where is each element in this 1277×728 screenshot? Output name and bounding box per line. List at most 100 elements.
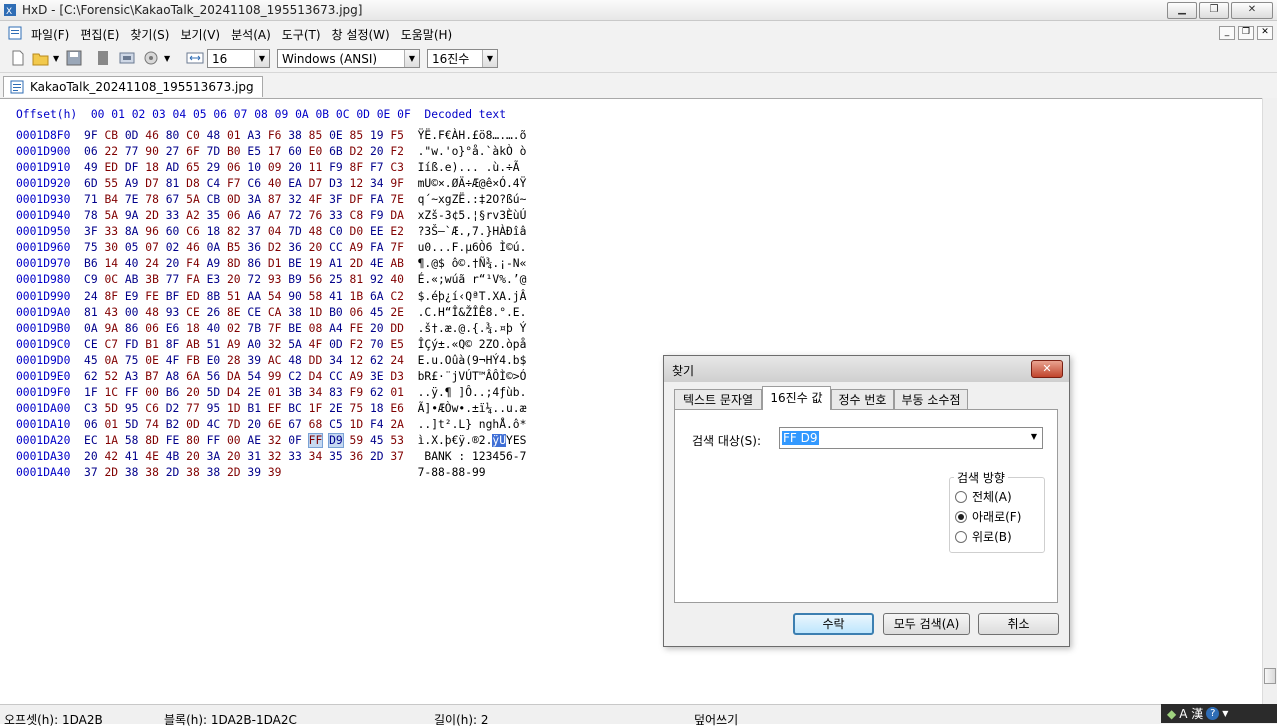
- hex-byte[interactable]: 86: [125, 322, 139, 335]
- hex-byte[interactable]: 24: [145, 257, 159, 270]
- hex-byte[interactable]: 43: [104, 306, 118, 319]
- hex-byte[interactable]: 32: [268, 338, 282, 351]
- hex-byte[interactable]: C6: [186, 225, 200, 238]
- hex-byte[interactable]: 35: [329, 450, 343, 463]
- hex-byte[interactable]: 46: [186, 241, 200, 254]
- hex-byte[interactable]: 20: [370, 145, 384, 158]
- hex-byte[interactable]: 30: [104, 241, 118, 254]
- hex-byte[interactable]: 51: [227, 290, 241, 303]
- menu-item[interactable]: 파일(F): [31, 26, 69, 43]
- hex-byte[interactable]: 54: [268, 290, 282, 303]
- hex-byte[interactable]: 38: [125, 466, 139, 479]
- save-icon[interactable]: [66, 50, 82, 66]
- ime-mode[interactable]: A 漢: [1179, 705, 1203, 722]
- hex-byte[interactable]: CE: [186, 306, 200, 319]
- hex-byte[interactable]: BE: [288, 257, 302, 270]
- hex-byte[interactable]: 0D: [227, 193, 241, 206]
- menu-item[interactable]: 도구(T): [282, 26, 321, 43]
- hex-byte[interactable]: F4: [186, 257, 200, 270]
- hex-byte[interactable]: E5: [247, 145, 261, 158]
- hex-byte[interactable]: 29: [207, 161, 221, 174]
- hex-byte[interactable]: 1F: [84, 386, 98, 399]
- hex-byte[interactable]: 0A: [84, 322, 98, 335]
- decoded-text[interactable]: .C.H“Î&ŽÎÊ8.°.E.: [418, 306, 527, 319]
- hex-byte[interactable]: AB: [125, 273, 139, 286]
- hex-byte[interactable]: 67: [166, 193, 180, 206]
- hex-byte[interactable]: 75: [350, 402, 364, 415]
- hex-byte[interactable]: 51: [207, 338, 221, 351]
- hex-byte[interactable]: 09: [268, 161, 282, 174]
- hex-byte[interactable]: FF: [125, 386, 139, 399]
- hex-byte[interactable]: 35: [207, 209, 221, 222]
- hex-byte[interactable]: 0F: [288, 434, 302, 447]
- tab-integer[interactable]: 정수 번호: [831, 389, 894, 409]
- hex-byte[interactable]: 12: [350, 354, 364, 367]
- hex-byte[interactable]: 45: [370, 434, 384, 447]
- hex-byte[interactable]: 0E: [145, 354, 159, 367]
- hex-byte[interactable]: 24: [390, 354, 404, 367]
- hex-byte[interactable]: 20: [84, 450, 98, 463]
- hex-byte[interactable]: 39: [247, 354, 261, 367]
- hex-byte[interactable]: BF: [166, 290, 180, 303]
- hex-byte[interactable]: 5D: [104, 402, 118, 415]
- hex-byte[interactable]: 5D: [125, 418, 139, 431]
- hex-byte[interactable]: 20: [227, 450, 241, 463]
- hex-byte[interactable]: 7D: [227, 418, 241, 431]
- hex-byte[interactable]: 59: [350, 434, 364, 447]
- hex-byte[interactable]: FA: [370, 193, 384, 206]
- hex-byte[interactable]: DD: [390, 322, 404, 335]
- hex-byte[interactable]: 3A: [207, 450, 221, 463]
- hex-byte[interactable]: 18: [145, 161, 159, 174]
- hex-byte[interactable]: 05: [125, 241, 139, 254]
- hex-byte[interactable]: 7E: [125, 193, 139, 206]
- hex-byte[interactable]: 20: [186, 450, 200, 463]
- hex-byte[interactable]: 58: [309, 290, 323, 303]
- hex-byte[interactable]: C6: [145, 402, 159, 415]
- hex-byte[interactable]: 08: [309, 322, 323, 335]
- hex-byte[interactable]: 93: [166, 306, 180, 319]
- hex-byte[interactable]: DA: [390, 209, 404, 222]
- decoded-text[interactable]: 7-88-88-99: [418, 466, 486, 479]
- hex-byte[interactable]: C5: [329, 418, 343, 431]
- hex-byte[interactable]: 6F: [186, 145, 200, 158]
- hex-byte[interactable]: DF: [125, 161, 139, 174]
- hex-byte[interactable]: 67: [288, 418, 302, 431]
- hex-byte[interactable]: FB: [186, 354, 200, 367]
- hex-byte[interactable]: 75: [125, 354, 139, 367]
- hex-byte[interactable]: 06: [227, 209, 241, 222]
- hex-row[interactable]: 0001DA10 06 01 5D 74 B2 0D 4C 7D 20 6E 6…: [16, 417, 526, 433]
- hex-byte[interactable]: 6B: [329, 145, 343, 158]
- hex-byte[interactable]: 5A: [104, 209, 118, 222]
- hex-byte[interactable]: 38: [186, 466, 200, 479]
- hex-byte[interactable]: 18: [370, 402, 384, 415]
- hex-byte[interactable]: D9: [328, 432, 344, 448]
- hex-byte[interactable]: B5: [227, 241, 241, 254]
- hex-byte[interactable]: 1D: [350, 418, 364, 431]
- hex-byte[interactable]: 5A: [288, 338, 302, 351]
- hex-byte[interactable]: 85: [350, 129, 364, 142]
- radio-indicator[interactable]: [955, 510, 967, 523]
- hex-byte[interactable]: E9: [125, 290, 139, 303]
- hex-byte[interactable]: 77: [125, 145, 139, 158]
- hex-byte[interactable]: 48: [288, 354, 302, 367]
- decoded-text[interactable]: ¶.@$ ô©.†Ñ¾.¡-N«: [418, 257, 527, 270]
- hex-byte[interactable]: 77: [186, 402, 200, 415]
- decoded-text[interactable]: bR£·¨jVÚT™ÂÔÌ©>Ó: [418, 370, 527, 383]
- disk-dropdown-icon[interactable]: ▼: [164, 54, 170, 70]
- properties-icon[interactable]: [96, 50, 110, 66]
- hex-byte[interactable]: D2: [350, 145, 364, 158]
- hex-byte[interactable]: C3: [84, 402, 98, 415]
- hex-byte[interactable]: 39: [268, 466, 282, 479]
- hex-byte[interactable]: 06: [350, 306, 364, 319]
- hex-byte[interactable]: D3: [390, 370, 404, 383]
- hex-byte[interactable]: 02: [227, 322, 241, 335]
- hex-byte[interactable]: 00: [227, 434, 241, 447]
- hex-row[interactable]: 0001D940 78 5A 9A 2D 33 A2 35 06 A6 A7 7…: [16, 208, 526, 224]
- hex-byte[interactable]: AB: [390, 257, 404, 270]
- search-input[interactable]: FF D9 ▼: [779, 427, 1043, 449]
- menu-item[interactable]: 편집(E): [80, 26, 119, 43]
- hex-byte[interactable]: 37: [84, 466, 98, 479]
- hex-byte[interactable]: 54: [247, 370, 261, 383]
- hex-byte[interactable]: 72: [288, 209, 302, 222]
- hex-byte[interactable]: 20: [227, 273, 241, 286]
